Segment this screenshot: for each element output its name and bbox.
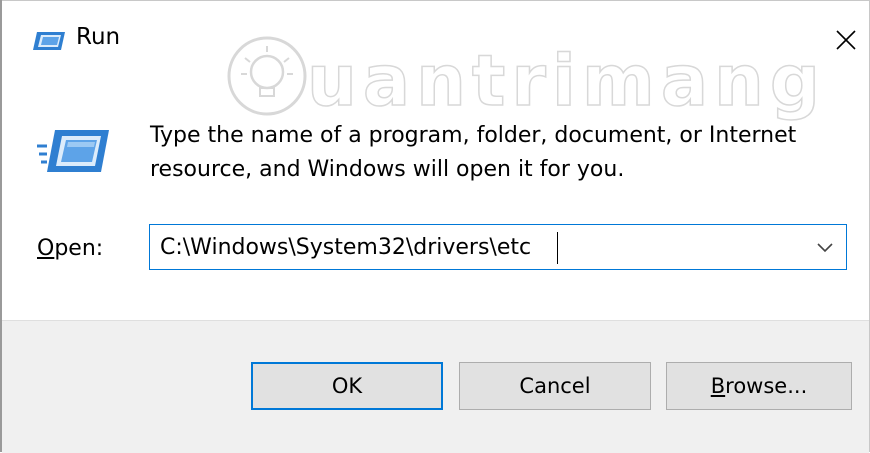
browse-button[interactable]: Browse... bbox=[666, 362, 852, 410]
cancel-button-label: Cancel bbox=[519, 374, 591, 398]
browse-button-label: rowse... bbox=[725, 374, 808, 398]
run-program-icon bbox=[37, 128, 111, 178]
browse-button-mnemonic: B bbox=[710, 374, 726, 398]
text-caret bbox=[557, 232, 558, 264]
title-bar[interactable]: Run bbox=[2, 1, 869, 67]
chevron-down-icon bbox=[817, 243, 833, 253]
button-bar: OK Cancel Browse... bbox=[2, 320, 869, 453]
dropdown-button[interactable] bbox=[816, 240, 834, 254]
open-combobox[interactable] bbox=[149, 224, 847, 270]
description-line-1: Type the name of a program, folder, docu… bbox=[150, 123, 797, 148]
close-icon bbox=[836, 30, 856, 50]
run-icon bbox=[32, 31, 66, 55]
window-title: Run bbox=[76, 24, 121, 50]
ok-button-label: OK bbox=[331, 374, 363, 398]
open-label: Open: bbox=[37, 236, 103, 261]
ok-button[interactable]: OK bbox=[251, 362, 443, 410]
open-label-text: pen: bbox=[54, 236, 104, 261]
open-input[interactable] bbox=[160, 225, 800, 269]
run-dialog: Run uantrimang Type the name of a progra… bbox=[0, 0, 870, 453]
cancel-button[interactable]: Cancel bbox=[459, 362, 651, 410]
run-description: Type the name of a program, folder, docu… bbox=[150, 119, 850, 187]
open-label-mnemonic: O bbox=[37, 236, 55, 261]
close-button[interactable] bbox=[822, 17, 870, 61]
description-line-2: resource, and Windows will open it for y… bbox=[150, 157, 625, 182]
